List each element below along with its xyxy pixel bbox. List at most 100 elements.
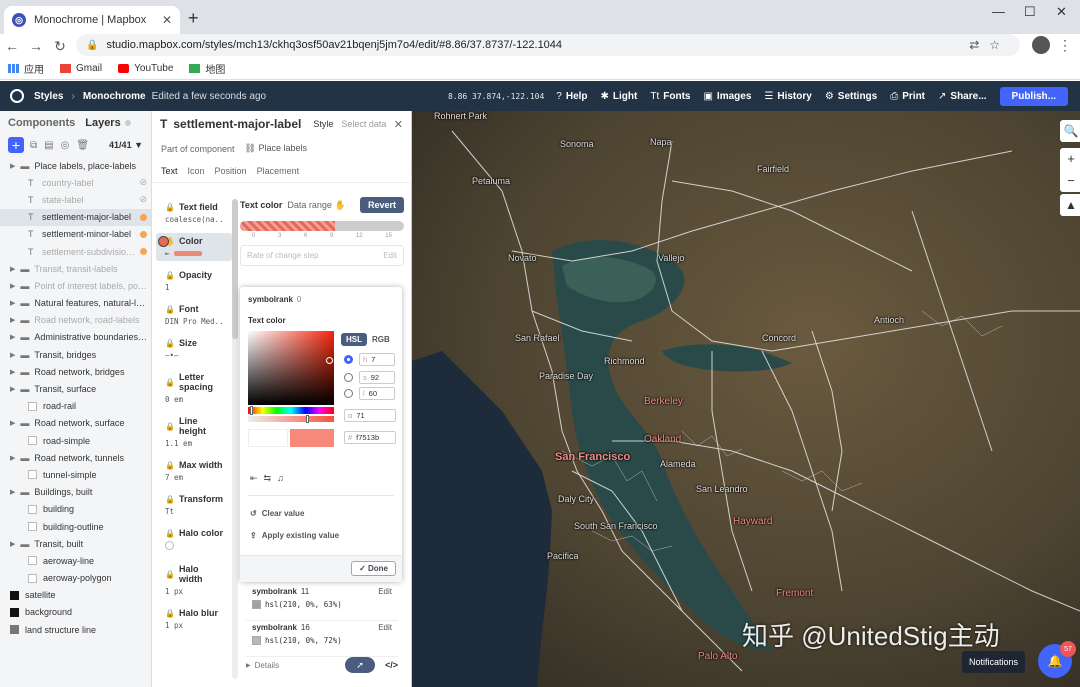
bookmark-youtube[interactable]: YouTube: [118, 63, 173, 74]
property-item[interactable]: 🔒 Line height 1.1 em: [156, 413, 232, 451]
forward-icon[interactable]: →: [24, 38, 48, 54]
caret-icon[interactable]: ▶: [10, 333, 15, 341]
layer-group-row[interactable]: ▶ ▬ Buildings, built: [0, 484, 151, 501]
bookmark-gmail[interactable]: Gmail: [60, 63, 102, 74]
property-item[interactable]: 🔒 Text field coalesce(na...: [156, 199, 232, 227]
hex-input[interactable]: # f7513b: [344, 431, 396, 444]
clear-value-button[interactable]: ↺ Clear value: [250, 509, 304, 518]
add-layer-button[interactable]: +: [8, 137, 24, 153]
fonts-button[interactable]: Tt Fonts: [650, 91, 690, 102]
caret-icon[interactable]: ▶: [10, 351, 15, 359]
minimize-icon[interactable]: —: [992, 4, 1005, 19]
zoom-in-button[interactable]: +: [1060, 148, 1080, 170]
light-button[interactable]: ✱ Light: [601, 91, 638, 102]
browser-tab[interactable]: ◎ Monochrome | Mapbox ✕: [4, 6, 180, 34]
tab-position[interactable]: Position: [215, 166, 247, 176]
alpha-slider[interactable]: [248, 416, 334, 422]
maximize-icon[interactable]: ☐: [1024, 4, 1036, 20]
layer-row[interactable]: road-rail: [0, 398, 151, 415]
layer-group-row[interactable]: ▶ ▬ Road network, bridges: [0, 363, 151, 380]
details-toggle[interactable]: Details: [255, 661, 279, 670]
new-tab-icon[interactable]: +: [188, 8, 199, 29]
caret-icon[interactable]: ▶: [10, 282, 15, 290]
bookmark-maps[interactable]: 地图: [189, 61, 225, 76]
property-item[interactable]: 🔒 Halo width 1 px: [156, 561, 232, 599]
property-item[interactable]: 🔒 Font DIN Pro Med...: [156, 301, 232, 329]
tab-placement[interactable]: Placement: [257, 166, 300, 176]
layer-group-row[interactable]: ▶ ▬ Administrative boundaries, admin: [0, 329, 151, 346]
styles-link[interactable]: Styles: [34, 91, 63, 102]
saturation-radio[interactable]: [344, 373, 353, 382]
group-icon[interactable]: ▤: [44, 140, 53, 151]
caret-icon[interactable]: ▶: [10, 385, 15, 393]
caret-icon[interactable]: ▶: [10, 488, 15, 496]
close-icon[interactable]: ✕: [394, 118, 403, 131]
component-link[interactable]: ⛓ Place labels: [245, 143, 307, 154]
duplicate-icon[interactable]: ⧉: [30, 140, 37, 151]
layer-row[interactable]: aeroway-line: [0, 552, 151, 569]
layer-group-row[interactable]: ▶ ▬ Transit, surface: [0, 380, 151, 397]
layer-row[interactable]: road-simple: [0, 432, 151, 449]
layer-row[interactable]: Tstate-label ⊘: [0, 191, 151, 208]
back-icon[interactable]: ←: [0, 38, 24, 54]
layer-group-row[interactable]: ▶ ▬ Road network, surface: [0, 415, 151, 432]
stop-row[interactable]: symbolrank 16 Edit hsl(210, 0%, 72%): [246, 621, 398, 657]
layer-row[interactable]: background: [0, 604, 151, 621]
select-mode-button[interactable]: ➚: [344, 657, 375, 673]
profile-avatar-icon[interactable]: [1032, 36, 1050, 54]
history-button[interactable]: ☰ History: [764, 91, 811, 102]
layer-group-row[interactable]: ▶ ▬ Transit, built: [0, 535, 151, 552]
hue-slider[interactable]: [248, 407, 334, 414]
edit-stop-button[interactable]: Edit: [378, 623, 392, 632]
saturation-input[interactable]: s 92: [359, 371, 395, 384]
slider-handle[interactable]: [158, 236, 169, 247]
expression-icons[interactable]: ⇤⇆♫: [250, 473, 290, 484]
reload-icon[interactable]: ↻: [48, 38, 72, 55]
caret-icon[interactable]: ▶: [10, 540, 15, 548]
property-item[interactable]: 🔒 Halo blur 1 px: [156, 605, 232, 633]
print-button[interactable]: ⎙ Print: [890, 91, 925, 102]
hidden-eye-icon[interactable]: ⊘: [139, 194, 147, 205]
saturation-lightness-picker[interactable]: [248, 331, 334, 405]
hue-radio[interactable]: [344, 355, 353, 364]
caret-icon[interactable]: ▶: [10, 162, 15, 170]
images-button[interactable]: ▣ Images: [703, 91, 751, 102]
publish-button[interactable]: Publish...: [999, 86, 1068, 106]
layer-row[interactable]: Tcountry-label ⊘: [0, 174, 151, 191]
lightness-input[interactable]: l 60: [359, 387, 395, 400]
zoom-stop-slider[interactable]: [240, 221, 404, 231]
layer-row[interactable]: satellite: [0, 587, 151, 604]
url-input[interactable]: 🔒 studio.mapbox.com/styles/mch13/ckhq3os…: [76, 34, 1020, 56]
code-view-button[interactable]: </>: [385, 660, 398, 670]
revert-button[interactable]: Revert: [359, 197, 404, 213]
layer-row[interactable]: Tsettlement-minor-label: [0, 226, 151, 243]
settings-button[interactable]: ⚙ Settings: [825, 91, 877, 102]
layer-group-row[interactable]: ▶ ▬ Place labels, place-labels: [0, 157, 151, 174]
layer-row[interactable]: Tsettlement-subdivision-label: [0, 243, 151, 260]
caret-icon[interactable]: ▶: [10, 419, 15, 427]
tab-select-data[interactable]: Select data: [341, 119, 386, 129]
caret-icon[interactable]: ▶: [10, 454, 15, 462]
help-button[interactable]: ? Help: [556, 91, 587, 102]
close-window-icon[interactable]: ✕: [1056, 4, 1067, 20]
map-canvas[interactable]: Rohnert Park Sonoma Napa Petaluma Fairfield N…: [412, 111, 1080, 687]
lightness-radio[interactable]: [344, 389, 353, 398]
browser-menu-icon[interactable]: ⋮: [1058, 37, 1072, 54]
translate-star-icons[interactable]: ⇄☆: [969, 38, 1010, 52]
layer-group-row[interactable]: ▶ ▬ Point of interest labels, poi-labels: [0, 277, 151, 294]
rate-edit-link[interactable]: Edit: [383, 251, 397, 260]
caret-icon[interactable]: ▶: [10, 368, 15, 376]
mapbox-logo-icon[interactable]: [10, 89, 24, 103]
hidden-eye-icon[interactable]: ⊘: [139, 177, 147, 188]
layer-row[interactable]: Tsettlement-major-label: [0, 208, 151, 226]
layer-title[interactable]: settlement-major-label: [173, 117, 301, 131]
property-item[interactable]: 🔒 Letter spacing 0 em: [156, 369, 232, 407]
layer-row[interactable]: building-outline: [0, 518, 151, 535]
zoom-out-button[interactable]: −: [1060, 170, 1080, 192]
caret-icon[interactable]: ▶: [10, 265, 15, 273]
layer-row[interactable]: building: [0, 501, 151, 518]
layer-group-row[interactable]: ▶ ▬ Road network, road-labels: [0, 312, 151, 329]
layer-row[interactable]: aeroway-polygon: [0, 570, 151, 587]
compass-button[interactable]: ▲: [1060, 194, 1080, 216]
layer-count[interactable]: 41/41 ▼: [109, 140, 143, 150]
